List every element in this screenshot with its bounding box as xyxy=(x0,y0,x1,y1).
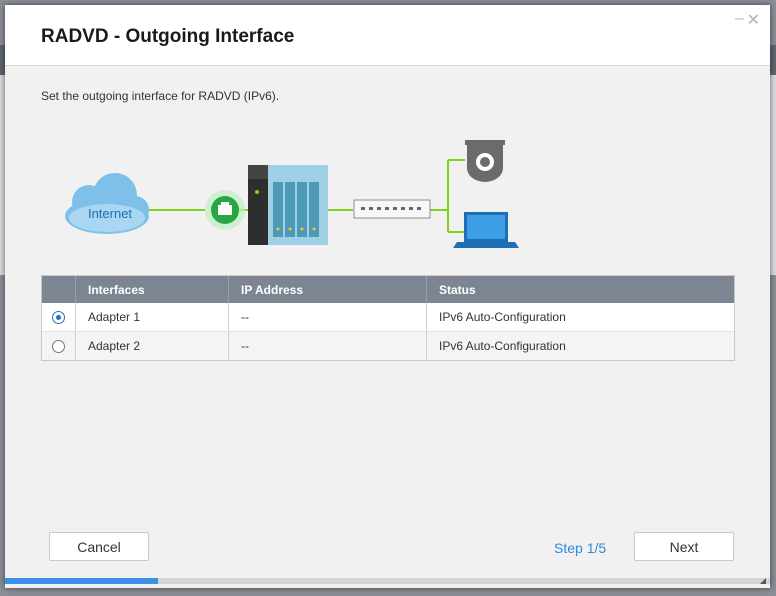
ip-cell: -- xyxy=(229,303,427,331)
cloud-icon xyxy=(65,173,149,234)
dialog-header: RADVD - Outgoing Interface – ✕ xyxy=(5,5,770,66)
ethernet-port-icon xyxy=(205,190,245,230)
interface-cell: Adapter 2 xyxy=(76,332,229,360)
header-status: Status xyxy=(439,282,476,297)
dialog-title: RADVD - Outgoing Interface xyxy=(41,26,295,47)
wizard-dialog: RADVD - Outgoing Interface – ✕ Set the o… xyxy=(5,5,770,588)
header-ip-address: IP Address xyxy=(229,276,427,303)
table-row[interactable]: Adapter 2 -- IPv6 Auto-Configuration xyxy=(42,331,734,360)
wizard-progress-bar xyxy=(5,578,770,584)
dialog-description: Set the outgoing interface for RADVD (IP… xyxy=(41,89,280,103)
row-select-cell xyxy=(42,332,76,360)
adapter-2-radio[interactable] xyxy=(52,339,65,353)
table-row[interactable]: Adapter 1 -- IPv6 Auto-Configuration xyxy=(42,303,734,331)
interface-cell: Adapter 1 xyxy=(76,303,229,331)
next-button[interactable]: Next xyxy=(634,532,734,561)
close-icon[interactable]: ✕ xyxy=(747,13,760,29)
resize-grip-icon[interactable] xyxy=(760,578,766,584)
network-diagram: Internet xyxy=(65,140,519,248)
row-select-cell xyxy=(42,303,76,331)
switch-icon xyxy=(353,199,431,219)
nas-icon xyxy=(248,165,328,245)
step-indicator: Step 1/5 xyxy=(554,540,607,556)
status-cell: IPv6 Auto-Configuration xyxy=(439,339,566,353)
table-header: Interfaces IP Address Status xyxy=(42,276,734,303)
cloud-label: Internet xyxy=(88,206,132,221)
wizard-progress-fill xyxy=(5,578,158,584)
minimize-icon[interactable]: – xyxy=(735,11,744,27)
interfaces-table: Interfaces IP Address Status Adapter 1 -… xyxy=(41,275,735,361)
camera-icon xyxy=(465,140,505,182)
cancel-button[interactable]: Cancel xyxy=(49,532,149,561)
ip-cell: -- xyxy=(229,332,427,360)
header-select xyxy=(42,276,76,303)
adapter-1-radio[interactable] xyxy=(52,310,65,324)
laptop-icon xyxy=(453,212,519,248)
status-cell: IPv6 Auto-Configuration xyxy=(439,310,566,324)
header-interfaces: Interfaces xyxy=(76,276,229,303)
